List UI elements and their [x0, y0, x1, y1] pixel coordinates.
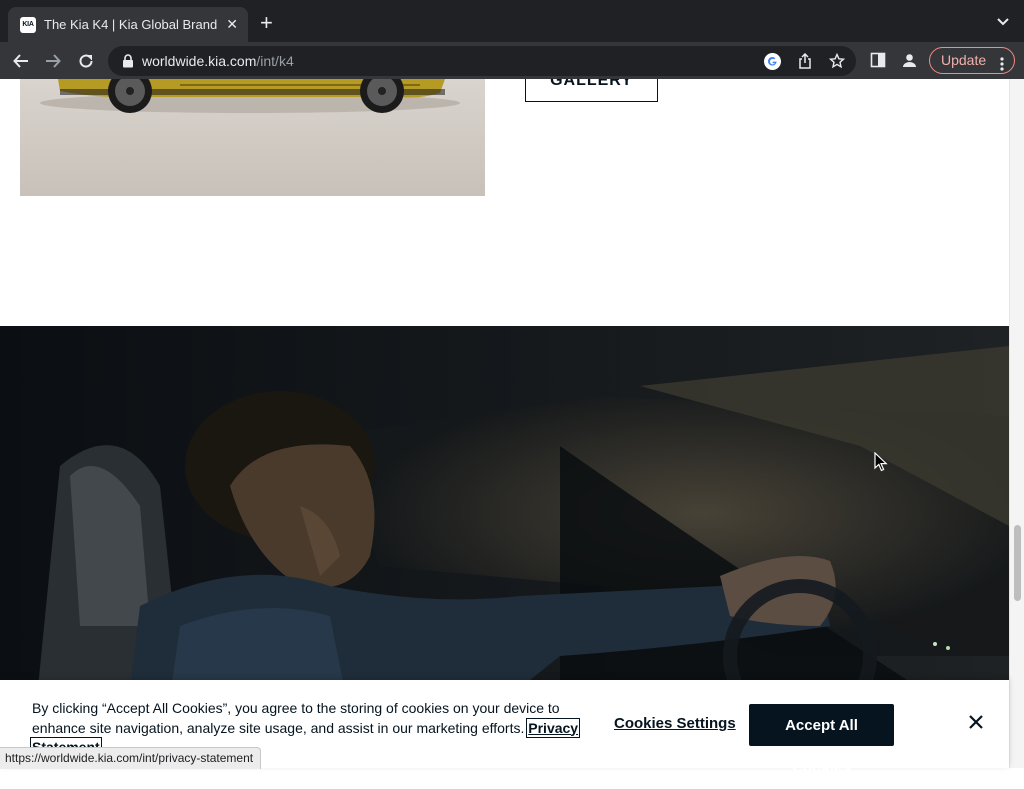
mouse-cursor-icon	[874, 451, 888, 477]
back-icon[interactable]	[10, 50, 32, 72]
sidebar-icon[interactable]	[870, 52, 886, 73]
accept-all-cookies-button[interactable]: Accept All Cookies	[749, 704, 894, 776]
page-viewport: GALLERY	[0, 79, 1024, 768]
profile-icon[interactable]	[901, 52, 918, 74]
cookies-settings-button[interactable]: Cookies Settings	[614, 715, 736, 732]
lock-icon[interactable]	[122, 54, 134, 73]
kia-favicon-icon: KIA	[20, 16, 36, 33]
update-button[interactable]: Update	[929, 47, 1015, 74]
tab-search-chevron-icon[interactable]	[996, 14, 1010, 32]
browser-tab-strip: KIA The Kia K4 | Kia Global Brand S ✕ +	[0, 0, 1024, 42]
star-icon[interactable]	[828, 52, 846, 74]
reload-icon[interactable]	[75, 50, 97, 72]
gallery-button[interactable]: GALLERY	[525, 79, 658, 102]
new-tab-icon[interactable]: +	[260, 12, 273, 34]
address-bar[interactable]: worldwide.kia.com/int/k4	[108, 46, 856, 76]
share-icon[interactable]	[798, 52, 812, 74]
tab-title: The Kia K4 | Kia Global Brand S	[44, 17, 220, 32]
tab-close-icon[interactable]: ✕	[226, 15, 238, 33]
forward-icon[interactable]	[42, 50, 64, 72]
status-bar-url: https://worldwide.kia.com/int/privacy-st…	[0, 747, 262, 769]
url-text[interactable]: worldwide.kia.com/int/k4	[142, 53, 294, 69]
car-image	[20, 79, 485, 196]
browser-tab[interactable]: KIA The Kia K4 | Kia Global Brand S ✕	[8, 7, 248, 42]
close-icon[interactable]	[968, 714, 984, 735]
browser-toolbar: worldwide.kia.com/int/k4 Update	[0, 42, 1024, 80]
menu-icon[interactable]	[1000, 54, 1004, 79]
google-icon[interactable]	[764, 53, 781, 75]
scrollbar-thumb[interactable]	[1014, 525, 1021, 601]
page-scrollbar[interactable]	[1009, 79, 1024, 768]
